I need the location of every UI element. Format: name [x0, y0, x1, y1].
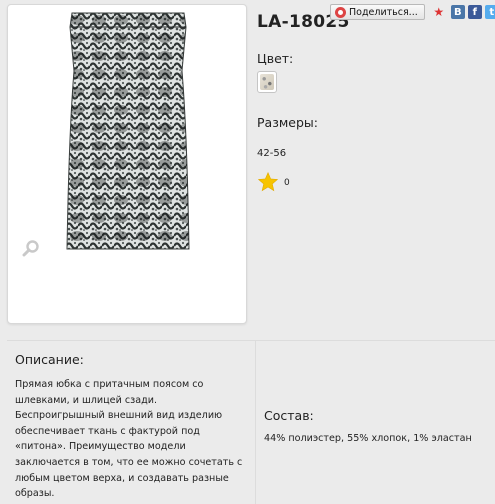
zoom-icon[interactable]: [22, 239, 40, 257]
description-line: обеспечивает ткань с фактурой под: [15, 425, 200, 437]
sizes-value: 42-56: [257, 148, 287, 159]
vk-icon[interactable]: B: [450, 5, 465, 19]
description-line: Беспроигрышный внешний вид изделию: [15, 410, 223, 422]
star-icon[interactable]: [257, 171, 279, 193]
composition-value: 44% полиэстер, 55% хлопок, 1% эластан: [264, 433, 472, 444]
description-line: любым цветом верха, и создавать разные: [15, 472, 229, 484]
rating-count: 0: [284, 178, 290, 188]
description-line: Прямая юбка с притачным поясом со: [15, 379, 204, 390]
facebook-icon[interactable]: f: [467, 5, 482, 19]
composition-heading: Состав:: [264, 408, 314, 423]
section-divider: [7, 340, 495, 341]
description-line: образы.: [15, 488, 55, 500]
twitter-icon[interactable]: t: [484, 5, 495, 19]
description-text: Прямая юбка с притачным поясом со шлевка…: [15, 377, 255, 502]
share-icon: [335, 6, 346, 18]
share-button-label: Поделиться...: [349, 6, 418, 18]
column-divider: [255, 340, 256, 504]
share-button[interactable]: Поделиться...: [330, 4, 425, 20]
description-heading: Описание:: [15, 352, 84, 367]
product-photo-card[interactable]: [7, 4, 247, 324]
sizes-label: Размеры:: [257, 115, 318, 130]
color-label: Цвет:: [257, 51, 294, 66]
color-swatch-image: [260, 74, 274, 90]
description-line: заключается в том, что ее можно сочетать…: [15, 456, 243, 468]
description-line: «питона». Преимущество модели: [15, 441, 186, 453]
description-line: шлевками, и шлицей сзади.: [15, 394, 158, 406]
moimir-icon[interactable]: ★: [432, 5, 446, 19]
color-swatch[interactable]: [257, 71, 277, 93]
product-image[interactable]: [66, 11, 190, 255]
share-bar: Поделиться... ★ B f t: [330, 3, 495, 21]
